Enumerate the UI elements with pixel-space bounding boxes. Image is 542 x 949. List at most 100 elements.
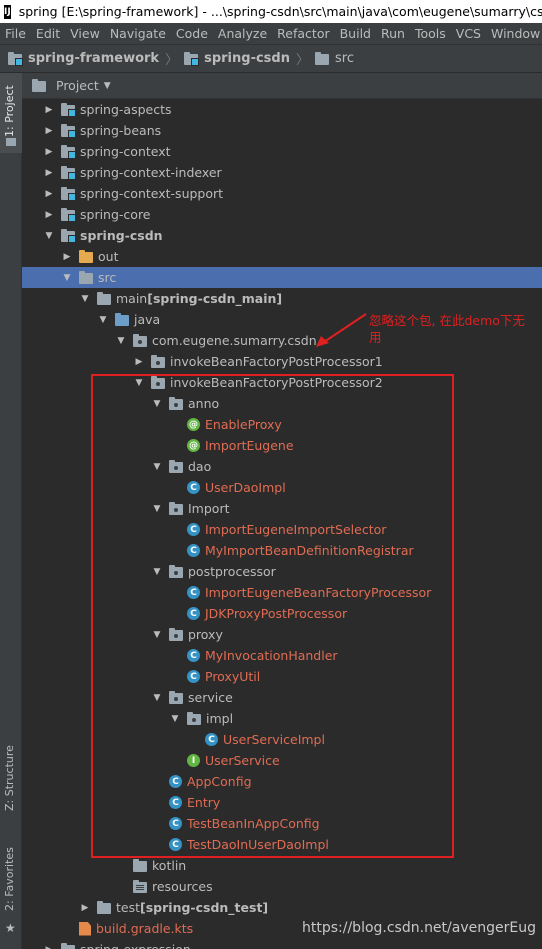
- expand-arrow-icon[interactable]: ▶: [44, 945, 54, 949]
- tree-node-label: spring-context-indexer: [80, 165, 222, 180]
- breadcrumb-label: spring-framework: [28, 51, 160, 66]
- module-folder-icon: [8, 51, 23, 66]
- expand-arrow-icon[interactable]: ▶: [44, 189, 54, 199]
- chevron-right-icon: 〉: [165, 53, 179, 68]
- tree-node[interactable]: ▶ spring-beans: [22, 120, 542, 141]
- tree-node[interactable]: ▼ main [spring-csdn_main]: [22, 288, 542, 309]
- folder-icon: [97, 900, 111, 914]
- tree-node[interactable]: ▶ test [spring-csdn_test]: [22, 897, 542, 918]
- window-titlebar: IJ spring [E:\spring-framework] - ...\sp…: [0, 0, 542, 23]
- module-folder-icon: [184, 51, 200, 66]
- tree-node-label: spring-context: [80, 144, 171, 159]
- expand-arrow-icon[interactable]: ▶: [62, 252, 72, 262]
- left-tool-strip: 1: Project Z: Structure 2: Favorites ★: [0, 73, 22, 949]
- menu-analyze[interactable]: Analyze: [213, 26, 272, 41]
- breadcrumb-item-module[interactable]: spring-csdn 〉: [184, 49, 315, 68]
- expand-arrow-icon[interactable]: ▶: [44, 105, 54, 115]
- tree-node-label: out: [98, 249, 119, 264]
- collapse-arrow-icon[interactable]: ▼: [80, 294, 90, 304]
- tree-node[interactable]: ▶ spring-context-indexer: [22, 162, 542, 183]
- module-folder-icon: [61, 144, 76, 159]
- menu-run[interactable]: Run: [376, 26, 410, 41]
- module-folder-icon: [61, 123, 76, 138]
- module-folder-icon: [61, 207, 76, 222]
- menu-view[interactable]: View: [65, 26, 105, 41]
- menu-tools[interactable]: Tools: [410, 26, 451, 41]
- module-folder-icon: [61, 942, 76, 949]
- folder-icon: [79, 270, 93, 284]
- tree-node-label: com.eugene.sumarry.csdn: [152, 333, 317, 348]
- folder-icon: [133, 858, 147, 872]
- tree-node-label: java: [134, 312, 161, 327]
- star-icon: ★: [5, 921, 16, 935]
- collapse-arrow-icon[interactable]: ▼: [44, 231, 54, 241]
- tree-node[interactable]: ▶ spring-core: [22, 204, 542, 225]
- module-name-suffix: [spring-csdn_main]: [147, 291, 283, 306]
- breadcrumb-label: src: [334, 51, 354, 66]
- menu-vcs[interactable]: VCS: [451, 26, 486, 41]
- menu-navigate[interactable]: Navigate: [105, 26, 171, 41]
- collapse-arrow-icon[interactable]: ▼: [62, 273, 72, 283]
- panel-title[interactable]: Project: [56, 78, 99, 93]
- collapse-arrow-icon[interactable]: ▼: [98, 315, 108, 325]
- folder-icon: [32, 78, 46, 92]
- watermark: https://blog.csdn.net/avengerEug: [302, 920, 536, 936]
- breadcrumb: spring-framework 〉 spring-csdn 〉 src: [0, 44, 542, 73]
- resources-folder-icon: [133, 879, 147, 893]
- expand-arrow-icon[interactable]: ▶: [80, 903, 90, 913]
- collapse-arrow-icon[interactable]: ▼: [116, 336, 126, 346]
- arrow-spacer: [116, 882, 126, 892]
- annotation-arrow: [316, 313, 367, 347]
- tree-node[interactable]: ▶ spring-context: [22, 141, 542, 162]
- expand-arrow-icon[interactable]: ▶: [44, 168, 54, 178]
- breadcrumb-item-src[interactable]: src: [314, 51, 354, 66]
- menu-refactor[interactable]: Refactor: [272, 26, 334, 41]
- module-folder-icon: [61, 165, 76, 180]
- tree-node-label: kotlin: [152, 858, 187, 873]
- package-icon: [151, 354, 165, 368]
- tree-node-label: spring-context-support: [80, 186, 224, 201]
- expand-arrow-icon[interactable]: ▶: [44, 126, 54, 136]
- expand-arrow-icon[interactable]: ▶: [134, 357, 144, 367]
- menu-build[interactable]: Build: [335, 26, 376, 41]
- module-name-suffix: [spring-csdn_test]: [140, 900, 269, 915]
- folder-icon: [97, 291, 111, 305]
- excluded-folder-icon: [79, 249, 93, 263]
- module-folder-icon: [61, 102, 76, 117]
- tree-node-label: spring-core: [80, 207, 151, 222]
- breadcrumb-item-root[interactable]: spring-framework 〉: [8, 49, 184, 68]
- window-title: spring [E:\spring-framework] - ...\sprin…: [18, 4, 542, 19]
- tree-node[interactable]: ▶ invokeBeanFactoryPostProcessor1: [22, 351, 542, 372]
- tab-project[interactable]: 1: Project: [3, 85, 16, 137]
- tree-node[interactable]: ▼ spring-csdn: [22, 225, 542, 246]
- arrow-spacer: [116, 861, 126, 871]
- module-folder-icon: [61, 228, 76, 243]
- tree-node[interactable]: ▶ spring-aspects: [22, 99, 542, 120]
- menu-edit[interactable]: Edit: [31, 26, 65, 41]
- tree-node-label: spring-aspects: [80, 102, 172, 117]
- tree-node[interactable]: ▼ src: [22, 267, 542, 288]
- tree-node[interactable]: resources: [22, 876, 542, 897]
- expand-arrow-icon[interactable]: ▶: [44, 210, 54, 220]
- highlight-box: [91, 374, 454, 858]
- tree-node-label: invokeBeanFactoryPostProcessor1: [170, 354, 383, 369]
- intellij-app-icon: IJ: [4, 4, 11, 19]
- folder-icon: [6, 138, 16, 146]
- tree-node-label: spring-beans: [80, 123, 162, 138]
- tree-node[interactable]: ▶ spring-expression: [22, 939, 542, 949]
- chevron-down-icon[interactable]: ▼: [104, 81, 111, 91]
- gradle-file-icon: [79, 921, 91, 936]
- tree-node[interactable]: kotlin: [22, 855, 542, 876]
- tab-favorites[interactable]: 2: Favorites: [3, 847, 16, 911]
- tab-structure[interactable]: Z: Structure: [3, 745, 16, 811]
- project-panel-header: Project ▼: [22, 73, 542, 99]
- menu-window[interactable]: Window: [486, 26, 542, 41]
- tree-node[interactable]: ▶ spring-context-support: [22, 183, 542, 204]
- arrow-spacer: [62, 924, 72, 934]
- tree-node-label: spring-expression: [80, 942, 191, 949]
- menu-code[interactable]: Code: [171, 26, 213, 41]
- tree-node-label: spring-csdn: [80, 228, 163, 243]
- expand-arrow-icon[interactable]: ▶: [44, 147, 54, 157]
- menu-file[interactable]: File: [0, 26, 31, 41]
- tree-node[interactable]: ▶ out: [22, 246, 542, 267]
